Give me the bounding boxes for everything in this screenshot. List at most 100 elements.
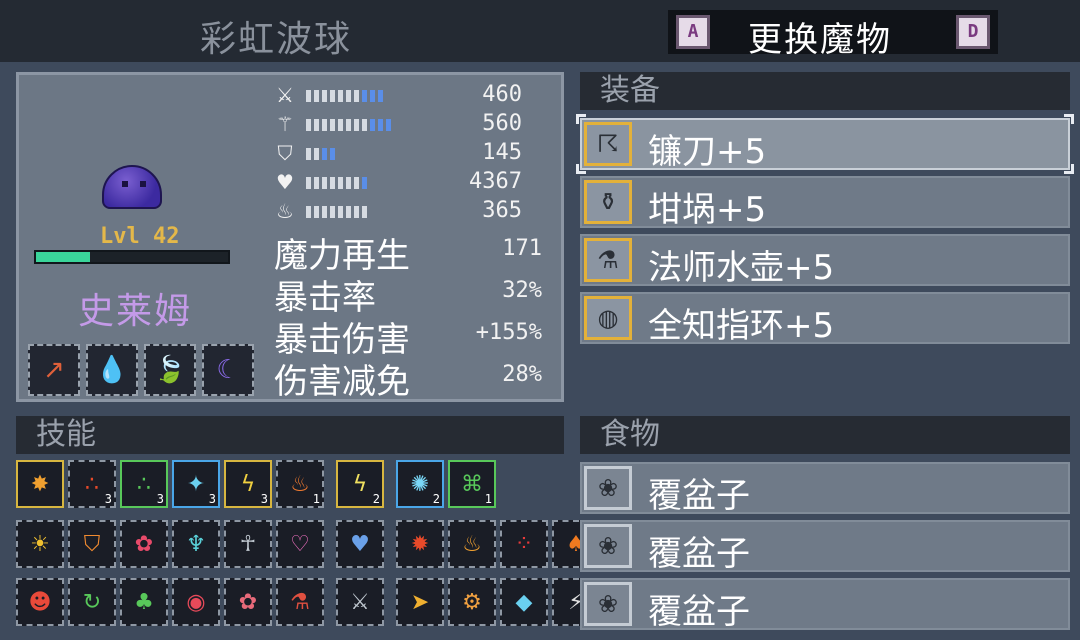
skill-slot[interactable]: ➤ [396, 578, 444, 626]
skill-slot[interactable]: ☀ [16, 520, 64, 568]
stat-bar-bonus-segment [322, 148, 327, 160]
stat-bar-segment [322, 90, 327, 102]
stat-bar-segment [330, 177, 335, 189]
derived-stat-row: 暴击率 32% [274, 270, 554, 318]
skill-slot[interactable]: ↻ [68, 578, 116, 626]
raspberry-icon: ❀ [584, 524, 632, 568]
perk-slots: ↗ 💧 🍃 ☾ [28, 344, 254, 396]
red-mask-skill-icon: ☻ [28, 589, 52, 615]
skill-slot[interactable]: ✹ [396, 520, 444, 568]
skill-group-spacer [328, 520, 332, 568]
key-a-prev-button[interactable]: A [676, 15, 710, 49]
red-claw-skill-icon: ✿ [238, 589, 258, 615]
skill-row-passive-1: ☀ ⛉ ✿ ♆ ☥ ♡ ♥ ✹ ♨ ⁘ ♠ [16, 520, 600, 568]
frost-burst-skill-icon: ✺ [410, 471, 430, 497]
skill-slot[interactable]: ♨ 1 [276, 460, 324, 508]
stat-bar-segment [330, 90, 335, 102]
food-slot[interactable]: ❀ 覆盆子 [580, 462, 1070, 516]
food-label: 覆盆子 [648, 592, 750, 632]
swap-monster-label: 更换魔物 [748, 20, 892, 60]
stat-row: ⚔ 460 [272, 82, 552, 108]
stat-bar-segment [346, 177, 351, 189]
stat-bar-segment [314, 148, 319, 160]
selection-corner [576, 164, 586, 174]
skill-slot[interactable]: ◆ [500, 578, 548, 626]
skill-slot[interactable]: ☥ [224, 520, 272, 568]
crystal-skill-icon: ◆ [515, 589, 533, 615]
equipment-slot[interactable]: ◍ 全知指环+5 [580, 292, 1070, 346]
skill-slot[interactable]: ♨ [448, 520, 496, 568]
potion-skill-icon: ⚗ [290, 589, 310, 615]
stat-row: ♨ 365 [272, 198, 552, 224]
stat-value: 145 [482, 140, 522, 165]
food-slot[interactable]: ❀ 覆盆子 [580, 578, 1070, 632]
stat-value: 560 [482, 111, 522, 136]
perk-slot[interactable]: 🍃 [144, 344, 196, 396]
mana-potion-icon: ♨ [276, 199, 294, 223]
skill-group-spacer [388, 578, 392, 626]
skill-slot[interactable]: ϟ3 [224, 460, 272, 508]
cauldron-icon: ⚱ [584, 180, 632, 224]
lightning-skill-icon: ϟ [240, 471, 256, 497]
skill-slot[interactable]: ◉ [172, 578, 220, 626]
stat-bar-bonus-segment [386, 119, 391, 131]
equipment-label: 全知指环+5 [648, 306, 835, 346]
stat-bar-bonus-segment [362, 177, 367, 189]
skill-slot[interactable]: ϟ2 [336, 460, 384, 508]
skill-slot[interactable]: ♆ [172, 520, 220, 568]
selection-corner [576, 114, 586, 124]
skill-slot[interactable]: ☻ [16, 578, 64, 626]
top-bar: 彩虹波球 A 更换魔物 D [0, 0, 1080, 62]
stat-bar-bonus-segment [370, 119, 375, 131]
skill-count: 2 [432, 492, 440, 506]
equipment-heading: 装备 [580, 72, 1070, 110]
selection-corner [1064, 114, 1074, 124]
skill-slot[interactable]: ⌘ 1 [448, 460, 496, 508]
equipment-slot[interactable]: ⚱ 坩埚+5 [580, 176, 1070, 230]
green-heart-skill-icon: ♣ [134, 589, 154, 615]
skill-slot[interactable]: ∴ 3 [68, 460, 116, 508]
red-eye-skill-icon: ◉ [186, 589, 206, 615]
stat-bar-segment [354, 177, 359, 189]
stat-bar-segment [338, 119, 343, 131]
skill-slot[interactable]: ∴ 3 [120, 460, 168, 508]
skill-slot[interactable]: ⚙ [448, 578, 496, 626]
skill-slot[interactable]: ✸ [16, 460, 64, 508]
derived-stat-row: 暴击伤害 +155% [274, 312, 554, 360]
stat-bar-segment [322, 177, 327, 189]
stat-bar [306, 148, 335, 160]
skill-slot[interactable]: ♣ [120, 578, 168, 626]
skill-row-equipped: ✸ ∴ 3 ∴ 3 ✦ 3 ϟ 3 ♨ 1 ϟ 2 ✺ 2 ⌘ 1 [16, 460, 496, 508]
derived-stat-value: +155% [475, 320, 542, 345]
skill-slot[interactable]: ♡ [276, 520, 324, 568]
equipment-label: 坩埚+5 [648, 190, 767, 230]
derived-stat-value: 171 [502, 236, 542, 261]
skill-slot[interactable]: ⚔ [336, 578, 384, 626]
perk-slot[interactable]: ↗ [28, 344, 80, 396]
stat-row: ⚚ 560 [272, 111, 552, 137]
skill-slot[interactable]: ⛉ [68, 520, 116, 568]
key-d-next-button[interactable]: D [956, 15, 990, 49]
stat-row: ♥ 4367 [272, 169, 552, 195]
skill-slot[interactable]: ⁘ [500, 520, 548, 568]
stat-bar-segment [362, 206, 367, 218]
raspberry-icon: ❀ [584, 466, 632, 510]
skill-slot[interactable]: ✦ 3 [172, 460, 220, 508]
skill-slot[interactable]: ✿ [224, 578, 272, 626]
swap-monster-control[interactable]: A 更换魔物 D [668, 10, 998, 60]
skill-count: 2 [372, 492, 380, 506]
perk-slot[interactable]: 💧 [86, 344, 138, 396]
heart-icon: ♥ [276, 170, 294, 194]
skill-slot[interactable]: ⚗ [276, 578, 324, 626]
red-gear-skill-icon: ✹ [410, 531, 430, 557]
flask-icon: ⚗ [584, 238, 632, 282]
equipment-slot[interactable]: ☈ 镰刀+5 [576, 114, 1074, 174]
equipment-slot[interactable]: ⚗ 法师水壶+5 [580, 234, 1070, 288]
skill-slot[interactable]: ♥ [336, 520, 384, 568]
skill-slot[interactable]: ✿ [120, 520, 168, 568]
food-slot[interactable]: ❀ 覆盆子 [580, 520, 1070, 574]
skill-slot[interactable]: ✺ 2 [396, 460, 444, 508]
perk-slot[interactable]: ☾ [202, 344, 254, 396]
fireballs-skill-icon: ∴ [85, 471, 99, 497]
moon-icon: ☾ [216, 355, 240, 385]
